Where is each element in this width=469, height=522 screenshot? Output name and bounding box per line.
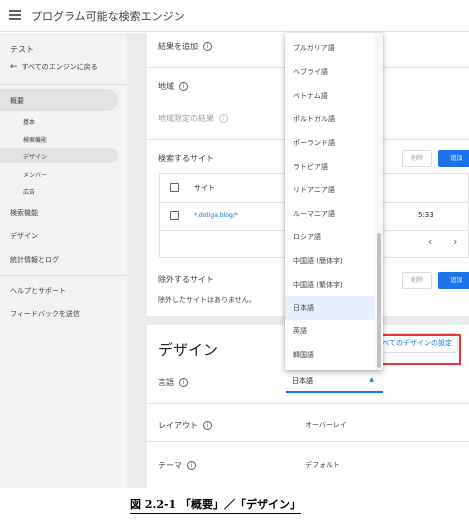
dropdown-option[interactable]: ロシア語 [285,225,375,249]
divider [0,275,127,276]
dropdown-option[interactable]: 中国語 (簡体字) [285,249,375,273]
back-label: すべてのエンジンに戻る [21,63,98,71]
divider [147,403,469,404]
sidebar-item-design-sub[interactable]: デザイン [23,152,47,161]
sidebar-item-design[interactable]: デザイン [10,231,38,241]
top-bar: プログラム可能な検索エンジン [0,0,469,32]
dropdown-option[interactable]: リトアニア語 [285,178,375,202]
dropdown-scrollbar[interactable] [375,33,383,370]
dropdown-option[interactable]: ベトナム語 [285,84,375,108]
site-time: 5:33 [418,211,434,219]
add-results-label: 結果を追加 [158,42,198,51]
select-all-checkbox[interactable] [170,183,179,192]
caption-area: 図 2.2-1 「概要」／「デザイン」 [0,488,469,522]
info-icon[interactable]: i [179,378,188,387]
add-results-row: 結果を追加 i [158,41,212,52]
sidebar-item-help[interactable]: ヘルプとサポート [10,286,66,296]
exclude-empty-text: 除外したサイトはありません。 [158,296,256,304]
hamburger-menu-icon[interactable] [9,10,21,20]
layout-value[interactable]: オーバーレイ [305,420,347,430]
dropdown-option[interactable]: ルーマニア語 [285,202,375,226]
highlight-annotation [370,334,461,365]
dropdown-option[interactable]: ヘブライ語 [285,60,375,84]
dropdown-option[interactable]: ブルガリア語 [285,36,375,60]
language-label: 言語 [158,378,174,387]
dropdown-option[interactable]: ポーランド語 [285,131,375,155]
sidebar-item-feedback[interactable]: フィードバックを送信 [10,309,80,319]
divider [147,441,469,442]
caret-up-icon: ▲ [369,376,374,383]
region-row: 地域 i [158,81,188,92]
dropdown-option[interactable]: ラトビア語 [285,155,375,179]
layout-row: レイアウト i [158,420,212,431]
sidebar-item-ads[interactable]: 広告 [23,187,35,196]
theme-value[interactable]: デフォルト [305,460,340,470]
info-icon[interactable]: i [187,461,196,470]
sidebar-item-overview[interactable]: 概要 [10,96,24,106]
language-select[interactable]: 日本語 ▲ [286,371,383,393]
app-title: プログラム可能な検索エンジン [31,10,185,23]
sites-label: 検索するサイト [158,154,214,163]
sidebar: テスト ← すべてのエンジンに戻る 概要 基本 検索機能 デザイン メンバー 広告… [0,33,127,488]
theme-label: テーマ [158,461,182,470]
sidebar-item-members[interactable]: メンバー [23,170,47,179]
region-results-row: 地域限定の結果 i [158,113,228,124]
exclude-label: 除外するサイト [158,275,214,284]
language-dropdown: ブルガリア語 ヘブライ語 ベトナム語 ポルトガル語 ポーランド語 ラトビア語 リ… [285,33,383,370]
scrollbar-thumb[interactable] [377,233,381,368]
back-to-engines-link[interactable]: ← すべてのエンジンに戻る [10,62,98,72]
language-value: 日本語 [292,377,313,385]
dropdown-option[interactable]: ポルトガル語 [285,107,375,131]
info-icon[interactable]: i [179,82,188,91]
engine-name: テスト [10,45,34,54]
row-checkbox[interactable] [170,211,179,220]
sidebar-item-search-features[interactable]: 検索機能 [10,208,38,218]
sidebar-item-search-features-sub[interactable]: 検索機能 [23,135,47,144]
dropdown-option-selected[interactable]: 日本語 [285,296,375,320]
language-row: 言語 i [158,377,188,388]
layout-label: レイアウト [158,421,198,430]
theme-row: テーマ i [158,460,196,471]
region-label: 地域 [158,82,174,91]
figure-caption: 図 2.2-1 「概要」／「デザイン」 [130,496,302,514]
dropdown-option[interactable]: 韓国語 [285,343,375,367]
sidebar-item-basic[interactable]: 基本 [23,117,35,126]
prev-page-icon[interactable]: ‹ [428,235,432,248]
region-results-label: 地域限定の結果 [158,114,214,123]
sidebar-item-design-highlight [0,148,118,163]
exclude-delete-button[interactable]: 削除 [402,272,432,289]
info-icon[interactable]: i [219,114,228,123]
site-link[interactable]: *.dotiga.blog/* [194,212,238,219]
design-title: デザイン [158,341,219,359]
add-site-button[interactable]: 追加 [438,150,469,167]
divider [0,84,127,85]
info-icon[interactable]: i [203,421,212,430]
info-icon[interactable]: i [203,42,212,51]
column-header-site: サイト [194,184,215,192]
dropdown-option[interactable]: 英語 [285,319,375,343]
back-arrow-icon: ← [10,62,18,72]
next-page-icon[interactable]: › [453,235,457,248]
exclude-add-button[interactable]: 追加 [438,272,469,289]
sidebar-item-stats-logs[interactable]: 統計情報とログ [10,255,59,265]
dropdown-option[interactable]: 中国語 (繁体字) [285,273,375,297]
delete-button[interactable]: 削除 [402,150,432,167]
